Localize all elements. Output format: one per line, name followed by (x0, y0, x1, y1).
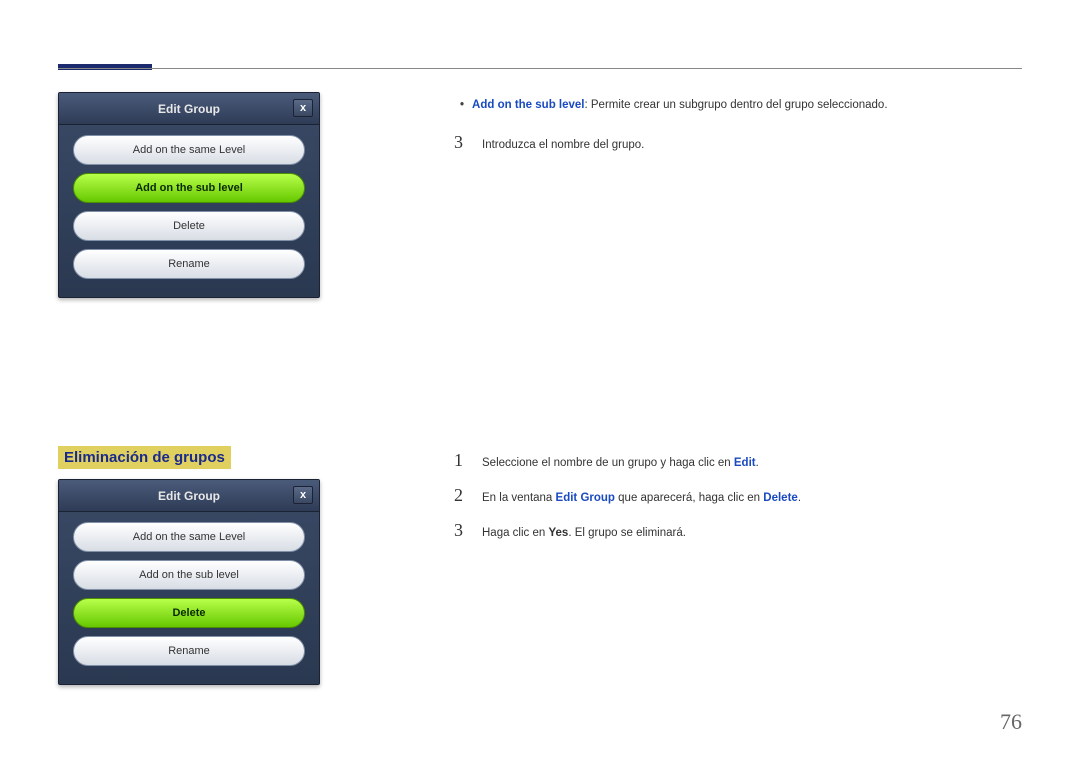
delete-button[interactable]: Delete (73, 211, 305, 241)
right-column-top: • Add on the sub level: Permite crear un… (454, 96, 1014, 171)
left-column: Edit Group x Add on the same Level Add o… (58, 92, 328, 685)
dialog-title: Edit Group (158, 489, 220, 503)
keyword-add-sub-level: Add on the sub level (472, 99, 584, 111)
bullet-icon: • (454, 96, 464, 114)
edit-group-dialog-1: Edit Group x Add on the same Level Add o… (58, 92, 320, 298)
header-rule (58, 68, 1022, 69)
keyword-delete: Delete (763, 492, 798, 504)
section-heading: Eliminación de grupos (58, 446, 231, 469)
dialog-body: Add on the same Level Add on the sub lev… (59, 512, 319, 676)
add-same-level-button[interactable]: Add on the same Level (73, 135, 305, 165)
close-icon[interactable]: x (293, 486, 313, 504)
keyword-edit: Edit (734, 457, 756, 469)
edit-group-dialog-2: Edit Group x Add on the same Level Add o… (58, 479, 320, 685)
bullet-item: • Add on the sub level: Permite crear un… (454, 96, 1014, 114)
step-number: 3 (454, 128, 468, 157)
bullet-text: Add on the sub level: Permite crear un s… (472, 96, 887, 114)
add-sub-level-button[interactable]: Add on the sub level (73, 173, 305, 203)
add-same-level-button[interactable]: Add on the same Level (73, 522, 305, 552)
close-icon[interactable]: x (293, 99, 313, 117)
step-row-1: 1 Seleccione el nombre de un grupo y hag… (454, 450, 1014, 471)
keyword-edit-group: Edit Group (556, 492, 615, 504)
keyword-yes: Yes (548, 527, 568, 539)
rename-button[interactable]: Rename (73, 636, 305, 666)
step-number: 3 (454, 520, 468, 541)
step-number: 2 (454, 485, 468, 506)
header-accent-bar (58, 64, 152, 70)
step-text: Haga clic en Yes. El grupo se eliminará. (482, 527, 686, 539)
right-column-steps: 1 Seleccione el nombre de un grupo y hag… (454, 450, 1014, 555)
rename-button[interactable]: Rename (73, 249, 305, 279)
dialog-header: Edit Group x (59, 480, 319, 512)
step-text: Seleccione el nombre de un grupo y haga … (482, 457, 759, 469)
step-row-2: 2 En la ventana Edit Group que aparecerá… (454, 485, 1014, 506)
step-row-3: 3 Haga clic en Yes. El grupo se eliminar… (454, 520, 1014, 541)
dialog-header: Edit Group x (59, 93, 319, 125)
step-text: En la ventana Edit Group que aparecerá, … (482, 492, 801, 504)
dialog-title: Edit Group (158, 102, 220, 116)
delete-button[interactable]: Delete (73, 598, 305, 628)
page-number: 76 (1000, 709, 1022, 735)
step-text: Introduzca el nombre del grupo. (482, 136, 644, 154)
step-row: 3 Introduzca el nombre del grupo. (454, 128, 1014, 157)
add-sub-level-button[interactable]: Add on the sub level (73, 560, 305, 590)
step-number: 1 (454, 450, 468, 471)
dialog-body: Add on the same Level Add on the sub lev… (59, 125, 319, 289)
